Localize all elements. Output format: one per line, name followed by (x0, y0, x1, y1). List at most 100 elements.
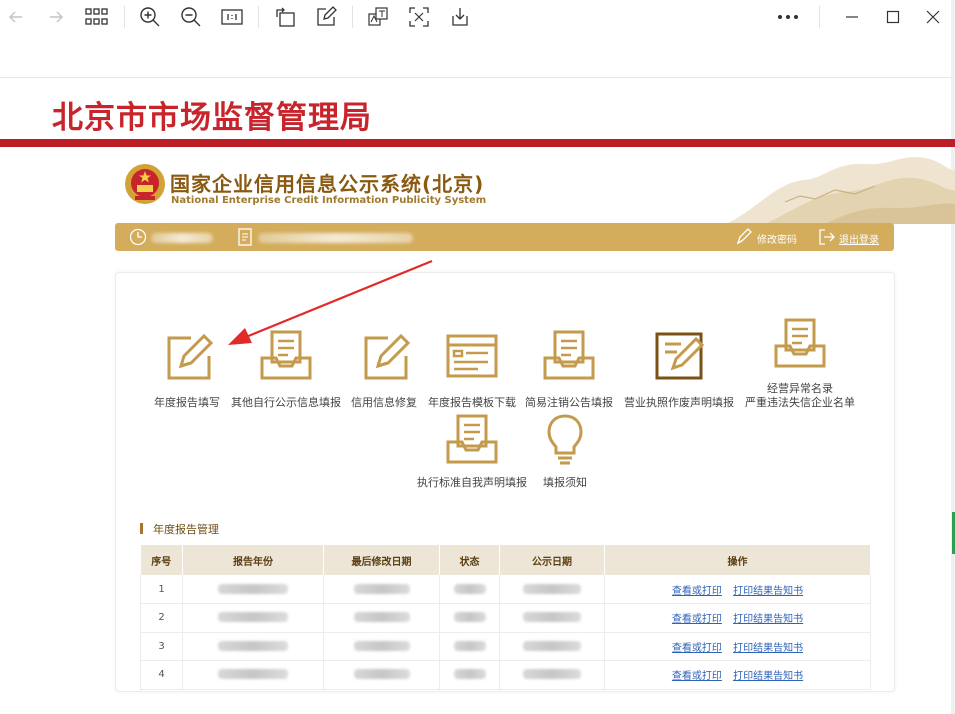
blurred-publish-date (499, 603, 605, 633)
row-actions: 查看或打印 打印结果告知书 (604, 632, 871, 661)
tile-license-void-statement[interactable]: 营业执照作废声明填报 (620, 328, 738, 410)
back-button[interactable] (2, 4, 30, 30)
row-actions: 查看或打印 打印结果告知书 (604, 575, 871, 604)
inbox-tray-icon (260, 330, 312, 380)
tile-credit-repair[interactable]: 信用信息修复 (346, 328, 422, 410)
row-actions: 查看或打印 打印结果告知书 (604, 660, 871, 690)
row-number: 2 (140, 603, 183, 633)
change-password-link[interactable]: 修改密码 (757, 231, 797, 246)
tile-other-self-disclosure[interactable]: 其他自行公示信息填报 (228, 328, 344, 410)
national-emblem-icon (125, 164, 165, 204)
minimize-icon (846, 16, 858, 18)
download-icon (452, 8, 468, 26)
tile-label: 信用信息修复 (351, 396, 417, 409)
more-dots-icon (778, 15, 798, 19)
bureau-title: 北京市市场监督管理局 (52, 100, 372, 136)
column-header: 状态 (439, 545, 500, 575)
tile-label: 年度报告填写 (154, 396, 220, 409)
print-result-notice-link[interactable]: 打印结果告知书 (733, 586, 803, 597)
tile-label-second-line: 严重违法失信企业名单 (745, 396, 855, 409)
actual-size-button[interactable] (218, 4, 246, 30)
document-icon (238, 228, 252, 246)
great-wall-mountain-decoration (725, 157, 955, 224)
maximize-button[interactable] (879, 4, 907, 30)
clock-icon (129, 228, 147, 246)
grid-icon (85, 8, 108, 25)
blurred-status (439, 660, 500, 690)
row-actions: 查看或打印 打印结果告知书 (604, 603, 871, 633)
blurred-status (439, 575, 500, 604)
column-header: 最后修改日期 (323, 545, 440, 575)
blurred-publish-date (499, 575, 605, 604)
tile-filing-instructions[interactable]: 填报须知 (532, 412, 598, 490)
rotate-button[interactable] (271, 4, 299, 30)
maximize-icon (886, 10, 900, 24)
inbox-tray-icon (446, 414, 498, 464)
table-row: 1 查看或打印 打印结果告知书 (140, 575, 871, 604)
thumbnails-button[interactable] (83, 4, 111, 30)
zoom-in-button[interactable] (136, 4, 164, 30)
column-header: 操作 (604, 545, 871, 575)
view-or-print-link[interactable]: 查看或打印 (672, 643, 722, 654)
print-result-notice-link[interactable]: 打印结果告知书 (733, 643, 803, 654)
row-number: 3 (140, 632, 183, 661)
zoom-out-button[interactable] (177, 4, 205, 30)
translate-button[interactable] (364, 4, 392, 30)
arrow-right-icon (50, 11, 63, 23)
blurred-report-year (182, 603, 324, 633)
view-or-print-link[interactable]: 查看或打印 (672, 671, 722, 682)
tile-label: 执行标准自我声明填报 (417, 476, 527, 489)
close-button[interactable] (919, 4, 947, 30)
edit-button[interactable] (312, 4, 340, 30)
tile-standard-self-declaration[interactable]: 执行标准自我声明填报 (414, 412, 530, 490)
tile-simple-deregistration[interactable]: 简易注销公告填报 (521, 328, 617, 410)
blurred-report-year (182, 660, 324, 690)
zoom-in-icon (140, 7, 160, 27)
tile-label: 填报须知 (543, 476, 587, 489)
view-or-print-link[interactable]: 查看或打印 (672, 614, 722, 625)
row-number: 4 (140, 660, 183, 690)
edit-icon (317, 6, 337, 26)
forward-button[interactable] (42, 4, 70, 30)
print-result-notice-link[interactable]: 打印结果告知书 (733, 671, 803, 682)
blurred-status (439, 632, 500, 661)
blurred-modified-date (323, 632, 440, 661)
print-result-notice-link[interactable]: 打印结果告知书 (733, 614, 803, 625)
screenshot-button[interactable] (405, 4, 433, 30)
column-header: 报告年份 (182, 545, 324, 575)
blurred-company-name (258, 233, 413, 243)
blurred-publish-date (499, 632, 605, 661)
minimize-button[interactable] (838, 4, 866, 30)
blurred-report-year (182, 575, 324, 604)
table-header-row: 序号 报告年份 最后修改日期 状态 公示日期 操作 (140, 545, 871, 575)
tile-label: 经营异常名录 (767, 382, 833, 395)
translate-icon (368, 7, 388, 26)
tile-template-download[interactable]: 年度报告模板下载 (425, 328, 519, 410)
arrow-left-icon (9, 11, 22, 23)
zoom-out-icon (181, 7, 201, 27)
view-or-print-link[interactable]: 查看或打印 (672, 586, 722, 597)
table-row: 2 查看或打印 打印结果告知书 (140, 603, 871, 633)
annual-report-table: 序号 报告年份 最后修改日期 状态 公示日期 操作 1 查看或打印 打印结果告知… (140, 545, 871, 690)
viewer-toolbar (0, 0, 955, 34)
system-banner: 国家企业信用信息公示系统(北京) National Enterprise Cre… (115, 152, 955, 224)
edit-pencil-icon (655, 332, 705, 380)
tile-label: 年度报告模板下载 (428, 396, 516, 409)
inbox-tray-icon (774, 318, 826, 368)
table-row: 4 查看或打印 打印结果告知书 (140, 660, 871, 690)
edit-pencil-icon (167, 333, 214, 380)
tile-label: 简易注销公告填报 (525, 396, 613, 409)
lightbulb-icon (547, 414, 583, 465)
save-button[interactable] (446, 4, 474, 30)
pencil-icon (736, 228, 752, 245)
blurred-modified-date (323, 575, 440, 604)
inbox-tray-icon (543, 330, 595, 380)
more-button[interactable] (774, 4, 802, 30)
user-info-bar: 修改密码 退出登录 (115, 223, 894, 251)
logout-link[interactable]: 退出登录 (839, 231, 879, 246)
blurred-modified-date (323, 603, 440, 633)
tile-annual-report-fill[interactable]: 年度报告填写 (150, 328, 224, 410)
tile-abnormal-operation-list[interactable]: 经营异常名录 严重违法失信企业名单 (738, 316, 862, 410)
blurred-report-year (182, 632, 324, 661)
system-title-en: National Enterprise Credit Information P… (171, 195, 487, 206)
